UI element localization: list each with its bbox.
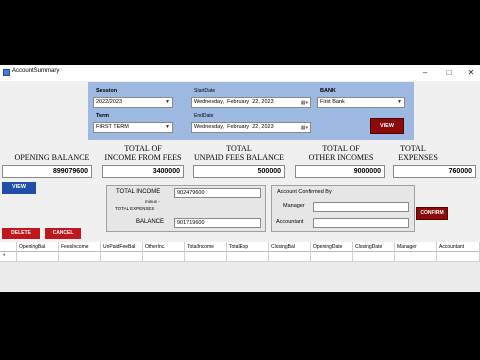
table-cell[interactable]: [437, 252, 480, 262]
summary-grid[interactable]: OpeningBal FeesIncome UnPaidFeeBal Other…: [0, 242, 480, 292]
income-fees-label-line2: INCOME FROM FEES: [104, 153, 182, 162]
confirm-button[interactable]: CONFIRM: [416, 207, 448, 220]
calendar-icon[interactable]: ▦▾: [301, 99, 308, 108]
confirm-title: Account Confirmed By: [277, 189, 332, 195]
col-accountant[interactable]: Accountant: [437, 242, 480, 252]
income-fees-value: 3400000: [102, 165, 184, 178]
start-date-picker[interactable]: Wednesday, February 22, 2023 ▦▾: [191, 97, 311, 108]
expenses-label-line2: EXPENSES: [398, 153, 438, 162]
col-other-inc[interactable]: OtherInc.: [143, 242, 185, 252]
table-cell[interactable]: [143, 252, 185, 262]
balance-field[interactable]: 901719600: [174, 218, 261, 228]
col-opening-bal[interactable]: OpeningBal: [17, 242, 59, 252]
other-incomes-label-line1: TOTAL OF: [322, 144, 360, 153]
calendar-icon[interactable]: ▦▾: [301, 124, 308, 133]
row-marker: *: [0, 252, 17, 262]
manager-label: Manager: [283, 203, 305, 209]
total-income-label: TOTAL INCOME: [116, 189, 161, 195]
end-day: 22, 2023: [252, 124, 274, 130]
maximize-icon[interactable]: □: [442, 67, 456, 79]
table-cell[interactable]: [17, 252, 59, 262]
end-date-label: EndDate: [194, 113, 214, 119]
delete-button[interactable]: DELETE: [2, 228, 40, 239]
term-label: Term: [96, 113, 110, 119]
term-value: FIRST TERM: [96, 124, 129, 130]
grid-header: OpeningBal FeesIncome UnPaidFeeBal Other…: [0, 242, 480, 252]
table-row[interactable]: *: [0, 252, 480, 262]
table-cell[interactable]: [353, 252, 395, 262]
end-weekday: Wednesday,: [194, 124, 225, 130]
opening-balance-value: 899079600: [2, 165, 92, 178]
filter-panel: Session 2022/2023 ▼ Term FIRST TERM ▼ St…: [88, 82, 414, 140]
account-summary-window: AccountSummary – □ ✕ Session 2022/2023 ▼…: [0, 65, 480, 292]
col-closing-date[interactable]: ClosingDate: [353, 242, 395, 252]
start-day: 22, 2023: [252, 99, 274, 105]
col-closing-bal[interactable]: ClosingBal: [269, 242, 311, 252]
table-cell[interactable]: [395, 252, 437, 262]
app-icon: [3, 69, 10, 76]
bank-select[interactable]: First Bank ▼: [317, 97, 405, 108]
filter-view-button[interactable]: VIEW: [370, 118, 404, 134]
col-opening-date[interactable]: OpeningDate: [311, 242, 353, 252]
total-income-field[interactable]: 902479600: [174, 188, 261, 198]
window-title: AccountSummary: [12, 68, 60, 74]
bank-value: First Bank: [320, 99, 345, 105]
col-manager[interactable]: Manager: [395, 242, 437, 252]
balance-label: BALANCE: [136, 219, 165, 225]
other-incomes-label-line2: OTHER INCOMES: [308, 153, 374, 162]
cancel-button[interactable]: CANCEL: [45, 228, 81, 239]
manager-field[interactable]: [313, 202, 409, 212]
close-icon[interactable]: ✕: [464, 67, 478, 79]
table-cell[interactable]: [311, 252, 353, 262]
table-cell[interactable]: [269, 252, 311, 262]
table-cell[interactable]: [227, 252, 269, 262]
table-cell[interactable]: [101, 252, 143, 262]
opening-balance-label: OPENING BALANCE: [14, 153, 90, 162]
row-header-corner: [0, 242, 17, 252]
chevron-down-icon: ▼: [165, 124, 170, 130]
minimize-icon[interactable]: –: [418, 67, 432, 79]
totals-panel: TOTAL INCOME 902479600 minus - TOTAL EXP…: [106, 185, 266, 232]
minus-label: minus -: [145, 199, 160, 204]
start-weekday: Wednesday,: [194, 99, 225, 105]
income-fees-label-line1: TOTAL OF: [124, 144, 162, 153]
table-cell[interactable]: [185, 252, 227, 262]
start-month: February: [227, 99, 250, 105]
term-select[interactable]: FIRST TERM ▼: [93, 122, 173, 133]
total-expenses-label: TOTAL EXPENSES: [115, 206, 155, 211]
end-month: February: [227, 124, 250, 130]
title-bar: AccountSummary – □ ✕: [0, 65, 480, 81]
session-select[interactable]: 2022/2023 ▼: [93, 97, 173, 108]
unpaid-fees-label-line1: TOTAL: [226, 144, 252, 153]
confirm-panel: Account Confirmed By Manager Accountant: [271, 185, 415, 232]
col-fees-income[interactable]: FeesIncome: [59, 242, 101, 252]
bank-label: BANK: [320, 88, 336, 94]
chevron-down-icon: ▼: [397, 99, 402, 105]
other-incomes-value: 9000000: [295, 165, 385, 178]
start-date-label: StartDate: [194, 88, 216, 94]
unpaid-fees-value: 500000: [193, 165, 285, 178]
chevron-down-icon: ▼: [165, 99, 170, 105]
accountant-field[interactable]: [313, 218, 409, 228]
expenses-label-line1: TOTAL: [400, 144, 426, 153]
accountant-label: Accountant: [276, 219, 304, 225]
view-button[interactable]: VIEW: [2, 182, 36, 194]
col-total-exp[interactable]: TotalExp: [227, 242, 269, 252]
expenses-value: 760000: [393, 165, 476, 178]
session-value: 2022/2023: [96, 99, 122, 105]
unpaid-fees-label-line2: UNPAID FEES BALANCE: [194, 153, 284, 162]
table-cell[interactable]: [59, 252, 101, 262]
session-label: Session: [96, 88, 118, 94]
end-date-picker[interactable]: Wednesday, February 22, 2023 ▦▾: [191, 122, 311, 133]
col-unpaid-fee-bal[interactable]: UnPaidFeeBal: [101, 242, 143, 252]
col-total-income[interactable]: TotalIncome: [185, 242, 227, 252]
